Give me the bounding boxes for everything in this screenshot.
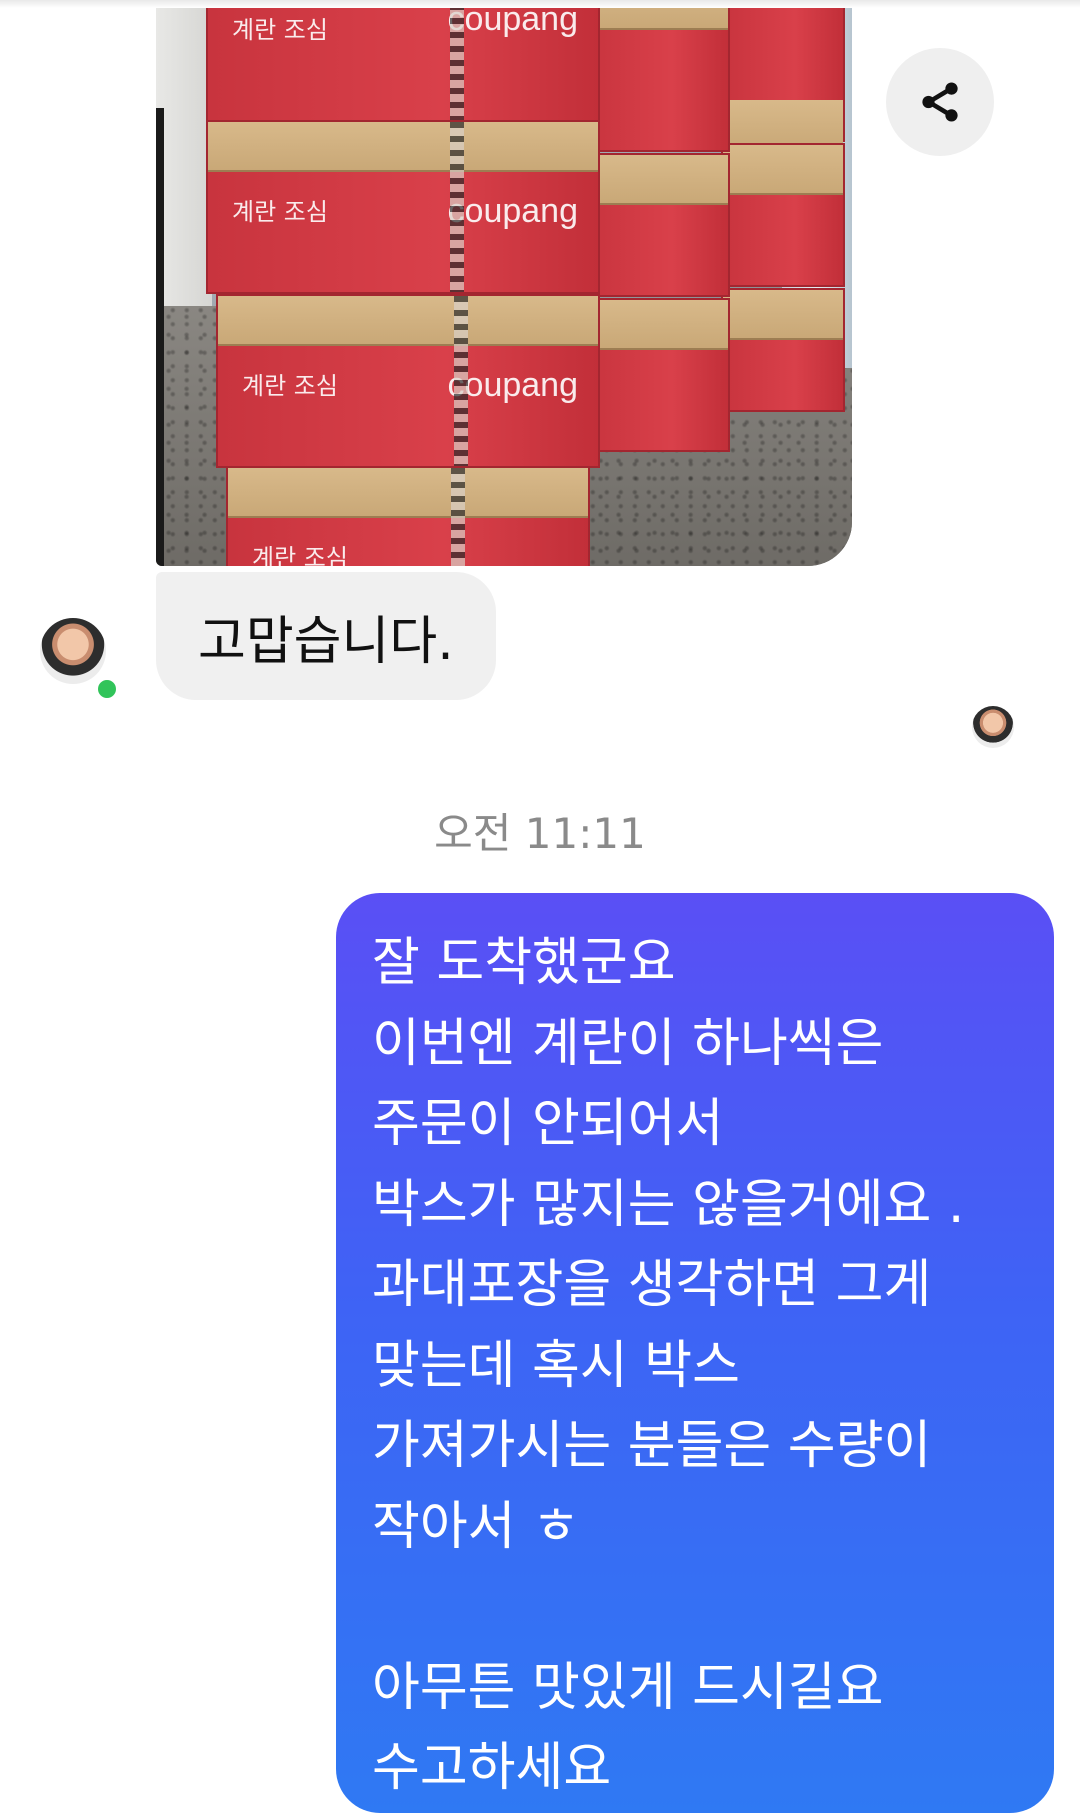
sent-message-bubble[interactable]: 잘 도착했군요 이번엔 계란이 하나씩은 주문이 안되어서 박스가 많지는 않을…	[336, 893, 1054, 1813]
box-label: 계란 조심	[252, 544, 348, 566]
egg-box: 계란 조심	[226, 466, 590, 566]
sent-message-text: 잘 도착했군요 이번엔 계란이 하나씩은 주문이 안되어서 박스가 많지는 않을…	[372, 933, 965, 1798]
egg-box	[586, 8, 730, 152]
egg-box: 계란 조심 coupang	[206, 120, 600, 294]
egg-box	[721, 288, 845, 412]
share-icon	[922, 82, 958, 122]
sender-avatar[interactable]	[40, 618, 106, 684]
received-message-text: 고맙습니다.	[198, 611, 454, 672]
egg-box: 계란 조심 coupang	[206, 8, 600, 122]
photo-pole	[156, 108, 164, 566]
box-brand: coupang	[447, 192, 578, 230]
received-message-bubble[interactable]: 고맙습니다.	[156, 572, 496, 700]
egg-box	[586, 298, 730, 452]
egg-box	[721, 8, 845, 150]
box-label: 계란 조심	[232, 198, 328, 226]
box-label: 계란 조심	[232, 16, 328, 44]
egg-box	[721, 143, 845, 287]
shared-photo[interactable]: 계란 조심 coupang 계란 조심 coupang 계란 조심 coupan…	[156, 8, 852, 566]
online-status-dot	[94, 676, 120, 702]
message-timestamp: 오전 11:11	[434, 809, 646, 858]
top-edge	[0, 0, 1080, 8]
box-brand: coupang	[447, 8, 578, 38]
read-receipt-avatar	[972, 706, 1014, 748]
egg-box: 계란 조심 coupang	[216, 294, 600, 468]
egg-box	[586, 153, 730, 297]
box-label: 계란 조심	[242, 372, 338, 400]
share-button[interactable]	[886, 48, 994, 156]
